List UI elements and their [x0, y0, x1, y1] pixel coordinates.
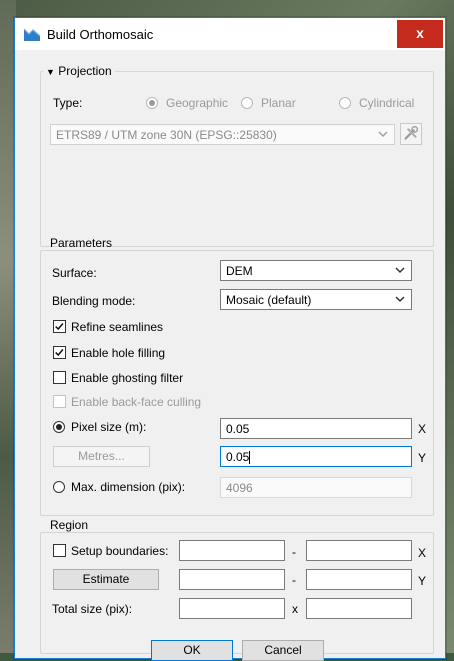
pixel-size-radio[interactable] — [53, 421, 65, 433]
blending-mode-select[interactable]: Mosaic (default) — [220, 289, 412, 310]
boundary-y-min-input[interactable] — [179, 569, 285, 590]
refine-seamlines-label: Refine seamlines — [71, 320, 164, 334]
estimate-button[interactable]: Estimate — [53, 569, 159, 590]
enable-back-face-culling-checkbox[interactable] — [53, 395, 66, 408]
x-axis-label: X — [418, 422, 427, 436]
max-dimension-radio[interactable] — [53, 481, 65, 493]
boundary-x-max-input[interactable] — [306, 540, 412, 561]
setup-boundaries-label: Setup boundaries: — [71, 544, 169, 558]
chevron-down-icon — [378, 131, 388, 138]
text-caret — [249, 451, 251, 465]
app-icon — [24, 28, 40, 41]
setup-boundaries-checkbox[interactable] — [53, 544, 66, 557]
total-size-width-input[interactable] — [179, 598, 285, 619]
crs-select-value: ETRS89 / UTM zone 30N (EPSG::25830) — [56, 128, 277, 142]
cancel-button[interactable]: Cancel — [242, 640, 324, 661]
close-button[interactable]: x — [397, 20, 443, 48]
parameters-legend: Parameters — [50, 236, 113, 250]
blending-mode-select-value: Mosaic (default) — [226, 293, 312, 307]
refine-seamlines-checkbox[interactable] — [53, 320, 66, 333]
tools-icon — [404, 126, 419, 140]
max-dimension-input[interactable]: 4096 — [220, 477, 412, 498]
surface-select-value: DEM — [226, 264, 253, 278]
enable-back-face-culling-label: Enable back-face culling — [71, 395, 202, 409]
pixel-size-x-input[interactable]: 0.05 — [220, 418, 412, 439]
boundary-x-min-input[interactable] — [179, 540, 285, 561]
type-label: Type: — [53, 96, 83, 110]
chevron-down-icon — [395, 296, 405, 303]
total-size-label: Total size (pix): — [52, 602, 133, 616]
checkmark-icon — [55, 323, 64, 331]
chevron-down-icon — [395, 267, 405, 274]
region-legend: Region — [50, 518, 89, 532]
blending-mode-label: Blending mode: — [52, 294, 136, 308]
boundary-y-max-input[interactable] — [306, 569, 412, 590]
enable-hole-filling-checkbox[interactable] — [53, 346, 66, 359]
total-size-times: x — [292, 602, 298, 616]
checkmark-icon — [55, 349, 64, 357]
pixel-size-label: Pixel size (m): — [71, 420, 147, 434]
ok-button[interactable]: OK — [151, 640, 233, 661]
radio-cylindrical[interactable] — [339, 97, 351, 109]
y-axis-label: Y — [418, 574, 427, 588]
radio-geographic-label: Geographic — [166, 96, 229, 110]
title-bar: Build Orthomosaic x — [15, 18, 445, 50]
crs-settings-button[interactable] — [400, 123, 422, 145]
max-dimension-label: Max. dimension (pix): — [71, 480, 186, 494]
radio-planar-label: Planar — [261, 96, 296, 110]
surface-select[interactable]: DEM — [220, 260, 412, 281]
pixel-size-y-input[interactable]: 0.05 — [220, 446, 412, 467]
build-orthomosaic-dialog: Build Orthomosaic x ▼ Projection Type: G… — [14, 17, 446, 661]
projection-legend[interactable]: ▼ Projection — [43, 64, 115, 78]
x-axis-label: X — [418, 546, 427, 560]
y-axis-label: Y — [418, 451, 427, 465]
radio-geographic[interactable] — [146, 97, 158, 109]
crs-select[interactable]: ETRS89 / UTM zone 30N (EPSG::25830) — [50, 124, 395, 145]
total-size-height-input[interactable] — [306, 598, 412, 619]
surface-label: Surface: — [52, 266, 97, 280]
enable-hole-filling-label: Enable hole filling — [71, 346, 166, 360]
range-dash: - — [292, 573, 296, 587]
metres-button[interactable]: Metres... — [53, 446, 150, 467]
radio-cylindrical-label: Cylindrical — [359, 96, 415, 110]
enable-ghosting-filter-checkbox[interactable] — [53, 371, 66, 384]
close-icon: x — [416, 25, 424, 41]
enable-ghosting-filter-label: Enable ghosting filter — [71, 371, 184, 385]
dialog-title: Build Orthomosaic — [47, 27, 154, 42]
radio-planar[interactable] — [241, 97, 253, 109]
range-dash: - — [292, 545, 296, 559]
collapse-triangle-icon: ▼ — [46, 67, 55, 77]
